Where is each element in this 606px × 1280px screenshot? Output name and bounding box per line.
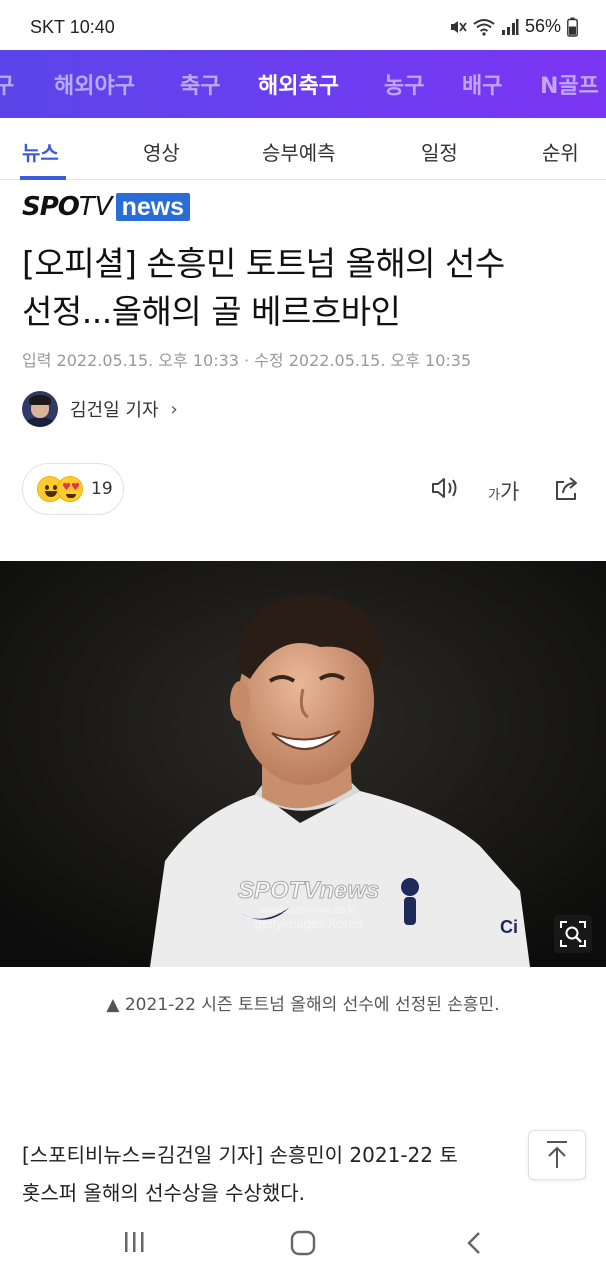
- font-size-button[interactable]: 가 가: [488, 476, 519, 506]
- logo-text-news: news: [115, 193, 191, 221]
- headline-line-2: 선정...올해의 골 베르흐바인: [22, 292, 401, 331]
- zoom-icon: [560, 921, 586, 947]
- category-item-partial[interactable]: 구: [0, 68, 14, 100]
- battery-icon: [567, 17, 578, 37]
- scroll-to-top-button[interactable]: [528, 1130, 586, 1180]
- tab-ranking[interactable]: 순위: [542, 137, 579, 166]
- signal-icon: [501, 18, 519, 35]
- clock: 10:40: [69, 17, 115, 37]
- wifi-icon: [473, 18, 495, 36]
- watermark-site: www.spotvnews.co.kr: [260, 905, 357, 916]
- photo-caption: ▲ 2021-22 시즌 토트넘 올해의 선수에 선정된 손흥민.: [106, 995, 500, 1015]
- category-item-golf[interactable]: N골프: [540, 68, 599, 100]
- category-item-overseas-football[interactable]: 해외축구: [258, 68, 339, 100]
- recent-apps-icon[interactable]: [122, 1230, 146, 1254]
- carrier: SKT: [30, 17, 65, 37]
- tab-prediction[interactable]: 승부예측: [262, 137, 336, 166]
- reaction-count: 19: [91, 479, 113, 499]
- logo-text-tv: TV: [78, 192, 113, 222]
- mute-icon: [450, 20, 467, 33]
- sport-category-bar: 구 해외야구 축구 해외축구 농구 배구 N골프: [0, 50, 606, 118]
- system-navigation-bar: [0, 1208, 606, 1280]
- watermark-logo: SPOTVnews: [237, 877, 380, 905]
- article-photo[interactable]: Ci SPOTVnews www.spotvnews.co.kr gettyim…: [0, 561, 606, 967]
- headline-line-1: [오피셜] 손흥민 토트넘 올해의 선수: [22, 244, 505, 283]
- tab-video[interactable]: 영상: [143, 137, 180, 166]
- photo-watermark: SPOTVnews www.spotvnews.co.kr gettyimage…: [237, 877, 380, 932]
- press-logo[interactable]: SPO TV news: [22, 192, 191, 222]
- body-line-2: 홋스퍼 올해의 선수상을 수상했다.: [22, 1181, 306, 1205]
- reporter-name: 김건일 기자: [70, 400, 159, 421]
- status-right: 56%: [449, 16, 578, 37]
- category-item-overseas-baseball[interactable]: 해외야구: [54, 68, 135, 100]
- heart-eyes-emoji-icon: ♥ ♥: [57, 476, 83, 502]
- category-item-football[interactable]: 축구: [180, 68, 220, 100]
- home-icon[interactable]: [290, 1230, 316, 1256]
- logo-text-spo: SPO: [22, 192, 80, 222]
- font-size-large-label: 가: [499, 480, 520, 504]
- photo-zoom-button[interactable]: [554, 915, 592, 953]
- font-size-small-label: 가: [488, 488, 500, 503]
- category-item-volleyball[interactable]: 배구: [462, 68, 502, 100]
- share-icon[interactable]: [552, 474, 582, 502]
- battery-percent: 56%: [524, 16, 561, 36]
- reaction-button[interactable]: ♥ ♥ 19: [22, 463, 124, 515]
- chevron-right-icon: ›: [170, 398, 178, 420]
- article-body: [스포티비뉴스=김건일 기자] 손흥민이 2021-22 토 홋스퍼 올해의 선…: [22, 1136, 522, 1212]
- back-icon[interactable]: [464, 1230, 484, 1256]
- article-timestamps: 입력 2022.05.15. 오후 10:33 · 수정 2022.05.15.…: [22, 351, 472, 370]
- status-left: SKT 10:40: [30, 17, 115, 38]
- reporter-avatar: [22, 391, 58, 427]
- category-item-basketball[interactable]: 농구: [384, 68, 424, 100]
- speaker-icon[interactable]: [430, 474, 460, 502]
- tab-schedule[interactable]: 일정: [421, 137, 458, 166]
- reporter-link[interactable]: 김건일 기자 ›: [22, 391, 178, 427]
- svg-text:Ci: Ci: [500, 917, 518, 937]
- active-tab-indicator: [20, 176, 66, 180]
- body-line-1: [스포티비뉴스=김건일 기자] 손흥민이 2021-22 토: [22, 1143, 458, 1167]
- sub-tab-bar: 뉴스 영상 승부예측 일정 순위: [0, 118, 606, 180]
- article-headline: [오피셜] 손흥민 토트넘 올해의 선수 선정...올해의 골 베르흐바인: [22, 240, 587, 336]
- tab-news[interactable]: 뉴스: [22, 137, 59, 166]
- status-bar: SKT 10:40 56%: [0, 0, 606, 50]
- watermark-credit: gettyimages Korea: [254, 916, 363, 931]
- arrow-up-icon: [547, 1141, 567, 1168]
